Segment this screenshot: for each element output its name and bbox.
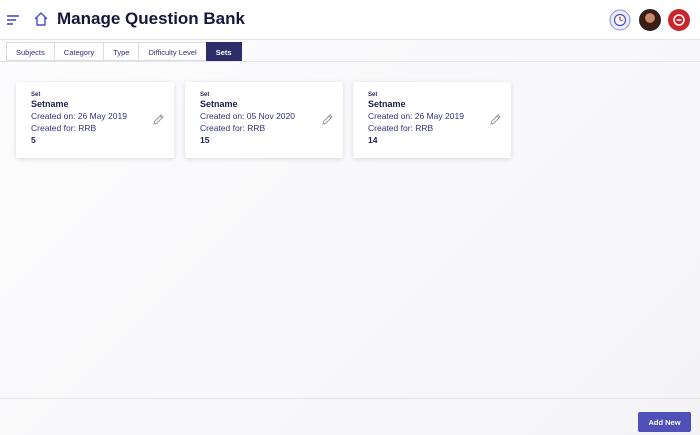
set-created-for: Created for: RRB xyxy=(200,123,266,133)
footer-divider xyxy=(0,398,700,399)
set-question-count: 14 xyxy=(368,135,378,145)
menu-icon[interactable] xyxy=(6,13,20,27)
set-question-count: 5 xyxy=(31,135,36,145)
set-label: Set xyxy=(368,92,378,98)
set-created-on: Created on: 26 May 2019 xyxy=(31,111,127,121)
set-name: Setname xyxy=(368,99,406,109)
set-created-for: Created for: RRB xyxy=(368,123,434,133)
alarm-clock-icon[interactable] xyxy=(609,9,631,31)
set-name: Setname xyxy=(200,99,238,109)
tab-bar: Subjects Category Type Difficulty Level … xyxy=(6,42,242,61)
top-header: Manage Question Bank xyxy=(0,0,700,40)
app-logo-icon[interactable] xyxy=(668,9,690,31)
set-created-on: Created on: 05 Nov 2020 xyxy=(200,111,295,121)
tab-category[interactable]: Category xyxy=(53,42,104,61)
set-question-count: 15 xyxy=(200,135,210,145)
tabs-divider xyxy=(0,61,700,62)
set-name: Setname xyxy=(31,99,69,109)
set-created-for: Created for: RRB xyxy=(31,123,97,133)
edit-pencil-icon[interactable] xyxy=(489,113,502,126)
set-card[interactable]: Set Setname Created on: 05 Nov 2020 Crea… xyxy=(185,82,343,158)
set-label: Set xyxy=(200,92,210,98)
tab-subjects[interactable]: Subjects xyxy=(6,42,54,61)
add-new-button[interactable]: Add New xyxy=(638,412,691,432)
tab-type[interactable]: Type xyxy=(103,42,139,61)
set-card[interactable]: Set Setname Created on: 26 May 2019 Crea… xyxy=(353,82,511,158)
tab-sets[interactable]: Sets xyxy=(205,42,242,61)
set-label: Set xyxy=(31,92,41,98)
page-title: Manage Question Bank xyxy=(57,9,245,28)
logo-mark-icon xyxy=(673,14,685,26)
set-card[interactable]: Set Setname Created on: 26 May 2019 Crea… xyxy=(16,82,174,158)
edit-pencil-icon[interactable] xyxy=(152,113,165,126)
tab-difficulty-level[interactable]: Difficulty Level xyxy=(138,42,206,61)
user-avatar[interactable] xyxy=(639,9,661,31)
home-icon[interactable] xyxy=(33,11,49,27)
set-created-on: Created on: 26 May 2019 xyxy=(368,111,464,121)
edit-pencil-icon[interactable] xyxy=(321,113,334,126)
